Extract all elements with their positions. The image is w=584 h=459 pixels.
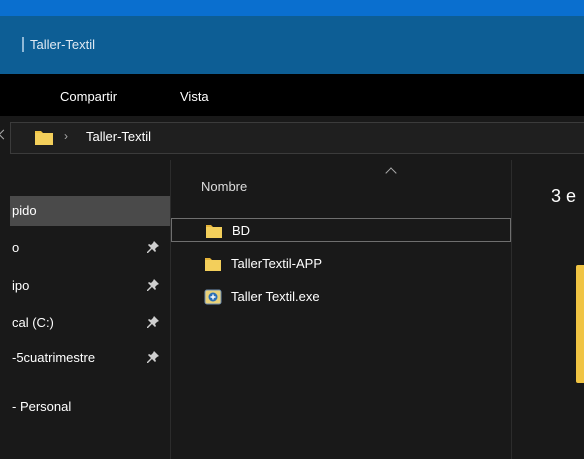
sort-ascending-icon — [385, 167, 397, 179]
details-folder-preview — [576, 265, 584, 383]
details-pane-divider[interactable] — [511, 160, 512, 459]
folder-icon — [206, 225, 222, 238]
column-header-name[interactable]: Nombre — [201, 179, 247, 194]
pin-icon[interactable] — [146, 350, 160, 364]
tab-vista[interactable]: Vista — [180, 89, 209, 104]
nav-item-local-disk[interactable]: cal (C:) — [10, 308, 170, 338]
nav-edge — [0, 160, 10, 459]
window-title: Taller-Textil — [30, 37, 96, 52]
file-row-taller-textil-exe[interactable]: Taller Textil.exe — [171, 285, 511, 309]
pin-icon[interactable] — [146, 315, 160, 329]
file-name: TallerTextil-APP — [231, 256, 323, 271]
chevron-right-icon: › — [64, 129, 68, 143]
folder-icon — [205, 258, 221, 271]
pin-icon[interactable] — [146, 240, 160, 254]
file-name: BD — [232, 223, 251, 238]
details-item-count: 3 e — [551, 186, 577, 206]
nav-item-label: -5cuatrimestre — [12, 350, 96, 365]
file-explorer-window: Taller-Textil Compartir Vista › Taller-T… — [0, 0, 584, 459]
address-path[interactable]: Taller-Textil — [86, 129, 151, 144]
window-top-accent — [0, 0, 584, 16]
nav-item-quick-access[interactable]: pido — [10, 196, 170, 226]
exe-icon — [204, 289, 222, 305]
file-row-tallertextil-app[interactable]: TallerTextil-APP — [171, 252, 511, 276]
navigation-pane: pido o ipo cal (C:) -5cuatrimestre - Per… — [10, 160, 170, 459]
nav-item-pinned-2[interactable]: ipo — [10, 271, 170, 301]
file-name: Taller Textil.exe — [231, 289, 320, 304]
nav-item-label: cal (C:) — [12, 315, 54, 330]
nav-item-label: ipo — [12, 278, 30, 293]
file-list: Nombre BD TallerTextil-APP Taller Textil… — [171, 160, 511, 459]
nav-item-onedrive-personal[interactable]: - Personal — [10, 392, 170, 422]
nav-item-label: - Personal — [12, 399, 72, 414]
file-row-bd[interactable]: BD — [171, 218, 511, 242]
title-separator — [22, 37, 24, 52]
pin-icon[interactable] — [146, 278, 160, 292]
nav-item-cuatrimestre[interactable]: -5cuatrimestre — [10, 343, 170, 373]
nav-item-pinned-1[interactable]: o — [10, 233, 170, 263]
nav-item-label: o — [12, 240, 20, 255]
tab-compartir[interactable]: Compartir — [60, 89, 117, 104]
nav-item-label: pido — [12, 203, 37, 218]
folder-icon — [35, 131, 53, 145]
